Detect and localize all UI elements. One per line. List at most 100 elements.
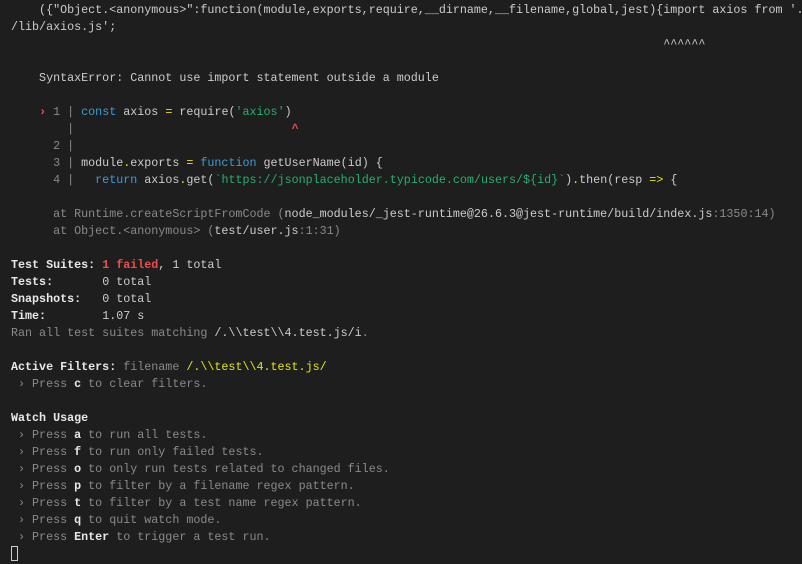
terminal-text: :1:31) [298,224,341,238]
terminal-text: exports [130,156,187,170]
terminal-line: Active Filters: filename /.\\test\\4.tes… [11,359,802,376]
cursor [11,546,18,561]
terminal-line: › Press Enter to trigger a test run. [11,529,802,546]
terminal-text: Test Suites: [11,258,103,272]
terminal-text: › Press [11,496,75,510]
terminal-text: to quit watch mode. [81,513,222,527]
terminal-text: › Press [11,428,75,442]
terminal-line: › Press q to quit watch mode. [11,512,802,529]
terminal-text: to only run tests related to changed fil… [81,462,390,476]
terminal-text: axios [116,105,166,119]
terminal-line: 3 | module.exports = function getUserNam… [11,155,802,172]
terminal-text: const [81,105,117,119]
terminal-line: › Press f to run only failed tests. [11,444,802,461]
terminal-text: function [200,156,257,170]
terminal-text: test/user.js [214,224,299,238]
terminal-text: Active Filters: [11,360,124,374]
terminal-text: :1350:14) [712,207,776,221]
terminal-text: | [67,139,75,153]
terminal-text: ^ [291,122,299,136]
terminal-text: module [74,156,124,170]
terminal-line: › Press o to only run tests related to c… [11,461,802,478]
terminal-text: 0 total [102,292,152,306]
terminal-line: ({"Object.<anonymous>":function(module,e… [11,2,802,19]
terminal-line: › Press t to filter by a test name regex… [11,495,802,512]
terminal-text: `https://jsonplaceholder.typicode.com/us… [214,173,566,187]
terminal-text: axios [137,173,180,187]
terminal-line: Test Suites: 1 failed, 1 total [11,257,802,274]
terminal-text: › Press [11,530,75,544]
terminal-text: /.\\test\\4.test.js/i [214,326,362,340]
terminal-line: | ^ [11,121,802,138]
prompt-line[interactable] [11,546,802,563]
terminal-text: /.\\test\\4.test.js/ [186,360,327,374]
terminal-text: { [663,173,678,187]
terminal-line: › 1 | const axios = require('axios') [11,104,802,121]
terminal-line: 4 | return axios.get(`https://jsonplaceh… [11,172,802,189]
terminal-line: SyntaxError: Cannot use import statement… [11,70,802,87]
terminal-text: to filter by a filename regex pattern. [81,479,355,493]
terminal-text: 1 failed [102,258,159,272]
terminal-text: /lib/axios.js'; [11,20,117,34]
terminal-text: ({"Object.<anonymous>":function(module,e… [11,3,802,17]
terminal-text: ) [284,105,292,119]
terminal-text: 1.07 s [102,309,145,323]
terminal-line: Snapshots: 0 total [11,291,802,308]
terminal-text: to trigger a test run. [109,530,271,544]
terminal-text: get( [186,173,215,187]
terminal-text: Snapshots: [11,292,103,306]
terminal-text: › Press [11,377,75,391]
terminal-text: 2 [11,139,68,153]
terminal-text: Time: [11,309,103,323]
terminal-text: › Press [11,462,75,476]
terminal-line: › Press c to clear filters. [11,376,802,393]
terminal-line: › Press a to run all tests. [11,427,802,444]
terminal-line: /lib/axios.js'; [11,19,802,36]
terminal-text: › Press [11,513,75,527]
terminal-line: › Press p to filter by a filename regex … [11,478,802,495]
terminal-text: return [95,173,138,187]
terminal-line: Watch Usage [11,410,802,427]
terminal-text: filename [123,360,187,374]
terminal-text: ^^^^^^ [11,37,706,51]
terminal-text: to filter by a test name regex pattern. [81,496,362,510]
terminal-text: to run only failed tests. [81,445,264,459]
terminal-text: require( [172,105,236,119]
terminal-text: at Runtime.createScriptFromCode ( [11,207,285,221]
terminal-text: node_modules/_jest-runtime@26.6.3@jest-r… [284,207,713,221]
terminal-line: at Object.<anonymous> (test/user.js:1:31… [11,223,802,240]
terminal-text: => [649,173,664,187]
terminal-text: then(resp [579,173,650,187]
terminal-text: 'axios' [235,105,285,119]
terminal-text: 0 total [102,275,152,289]
terminal-text: to clear filters. [81,377,208,391]
terminal-line: at Runtime.createScriptFromCode (node_mo… [11,206,802,223]
terminal-text: 3 [11,156,68,170]
terminal-output[interactable]: ({"Object.<anonymous>":function(module,e… [11,2,802,563]
terminal-line: Ran all test suites matching /.\\test\\4… [11,325,802,342]
terminal-text: 4 [11,173,68,187]
terminal-text: 1 [46,105,68,119]
terminal-text: to run all tests. [81,428,208,442]
terminal-text: getUserName(id) { [256,156,383,170]
terminal-text: Tests: [11,275,103,289]
terminal-line: 2 | [11,138,802,155]
terminal-text: › Press [11,479,75,493]
terminal-text: Enter [74,530,110,544]
terminal-text: SyntaxError: Cannot use import statement… [11,71,439,85]
terminal-text: Watch Usage [11,411,89,425]
terminal-line: Time: 1.07 s [11,308,802,325]
terminal-text: . [361,326,369,340]
terminal-text: Ran all test suites matching [11,326,215,340]
terminal-text: at Object.<anonymous> ( [11,224,215,238]
terminal-text: › Press [11,445,75,459]
